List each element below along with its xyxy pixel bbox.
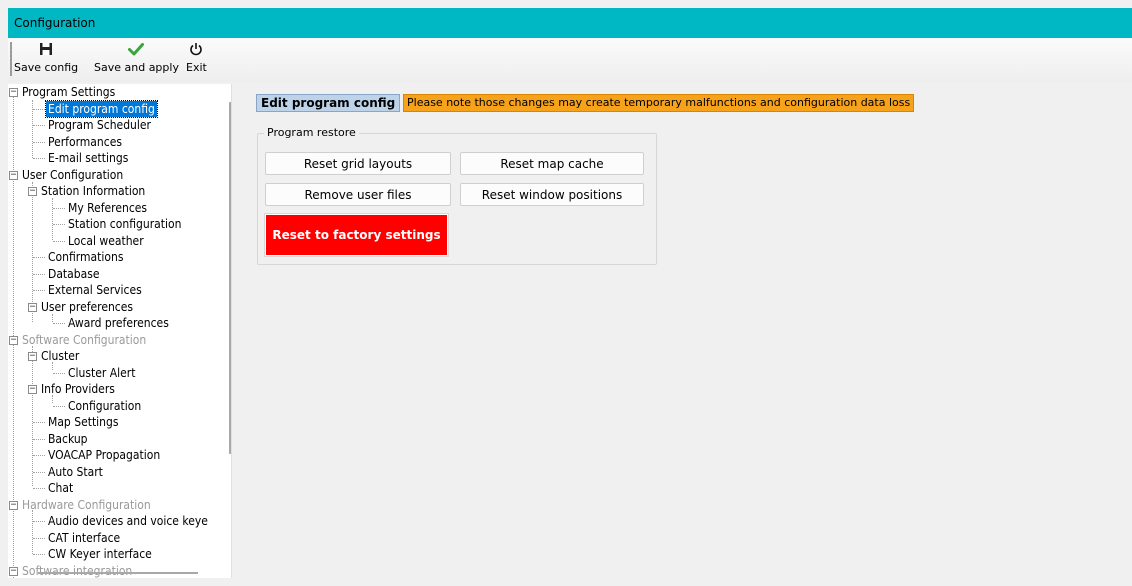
tree-item-software-integration[interactable]: − Software integration [8, 563, 231, 579]
tree-item-audio-devices[interactable]: Audio devices and voice keye [8, 513, 231, 530]
window-titlebar: Configuration [8, 8, 1132, 38]
warning-banner: Please note those changes may create tem… [403, 94, 915, 112]
save-and-apply-button[interactable]: Save and apply [94, 42, 179, 74]
tree-item-auto-start[interactable]: Auto Start [8, 464, 231, 481]
tree-item-user-preferences[interactable]: − User preferences [8, 299, 231, 316]
tree-item-program-scheduler[interactable]: Program Scheduler [8, 117, 231, 134]
tree-item-cluster-alert[interactable]: Cluster Alert [8, 365, 231, 382]
tree-item-station-configuration[interactable]: Station configuration [8, 216, 231, 233]
collapse-icon[interactable]: − [9, 566, 18, 576]
tree-item-local-weather[interactable]: Local weather [8, 233, 231, 250]
tree-item-award-preferences[interactable]: Award preferences [8, 315, 231, 332]
exit-label: Exit [186, 61, 207, 74]
collapse-icon[interactable]: − [9, 500, 18, 510]
tree-item-map-settings[interactable]: Map Settings [8, 414, 231, 431]
collapse-icon[interactable]: − [28, 352, 37, 361]
tree-item-chat[interactable]: Chat [8, 480, 231, 497]
tree-vertical-scrollbar[interactable] [229, 102, 231, 454]
save-config-label: Save config [14, 61, 79, 74]
reset-window-positions-button[interactable]: Reset window positions [460, 183, 644, 206]
save-and-apply-label: Save and apply [94, 61, 179, 74]
tree-item-external-services[interactable]: External Services [8, 282, 231, 299]
tree-item-hardware-configuration[interactable]: − Hardware Configuration [8, 497, 231, 514]
program-restore-label: Program restore [264, 126, 359, 139]
tree-item-voacap-propagation[interactable]: VOACAP Propagation [8, 447, 231, 464]
toolbar-grip[interactable] [10, 42, 12, 76]
tree-item-info-providers[interactable]: − Info Providers [8, 381, 231, 398]
tree-item-station-information[interactable]: − Station Information [8, 183, 231, 200]
tree-item-confirmations[interactable]: Confirmations [8, 249, 231, 266]
tree-item-program-settings[interactable]: − Program Settings [8, 84, 231, 101]
tree-item-software-configuration[interactable]: − Software Configuration [8, 332, 231, 349]
tree-item-configuration[interactable]: Configuration [8, 398, 231, 415]
window-title: Configuration [14, 16, 96, 30]
settings-tree[interactable]: − Program Settings Edit program config P… [8, 84, 232, 578]
tree-item-my-references[interactable]: My References [8, 200, 231, 217]
tree-item-backup[interactable]: Backup [8, 431, 231, 448]
tree-item-cw-keyer-interface[interactable]: CW Keyer interface [8, 546, 231, 563]
tree-item-database[interactable]: Database [8, 266, 231, 283]
toolbar: Save config Save and apply Exit [8, 38, 1132, 82]
tree-content: − Program Settings Edit program config P… [8, 84, 231, 578]
save-config-button[interactable]: Save config [14, 42, 78, 74]
tree-item-performances[interactable]: Performances [8, 134, 231, 151]
collapse-icon[interactable]: − [28, 187, 37, 196]
reset-map-cache-button[interactable]: Reset map cache [460, 152, 644, 175]
collapse-icon[interactable]: − [9, 335, 18, 345]
power-icon [186, 42, 207, 58]
tree-item-cluster[interactable]: − Cluster [8, 348, 231, 365]
tree-item-user-configuration[interactable]: − User Configuration [8, 167, 231, 184]
floppy-disk-icon [14, 42, 78, 58]
tree-item-edit-program-config[interactable]: Edit program config [8, 99, 231, 118]
tree-item-email-settings[interactable]: E-mail settings [8, 150, 231, 167]
reset-grid-layouts-button[interactable]: Reset grid layouts [265, 152, 451, 175]
remove-user-files-button[interactable]: Remove user files [265, 183, 451, 206]
collapse-icon[interactable]: − [28, 302, 37, 312]
collapse-icon[interactable]: − [28, 385, 37, 394]
collapse-icon[interactable]: − [9, 88, 18, 97]
tree-item-cat-interface[interactable]: CAT interface [8, 530, 231, 547]
tree-horizontal-scrollbar[interactable] [38, 572, 198, 574]
checkmark-icon [94, 42, 179, 58]
page-title: Edit program config [256, 94, 401, 112]
collapse-icon[interactable]: − [9, 170, 18, 180]
reset-factory-settings-button[interactable]: Reset to factory settings [266, 215, 447, 255]
exit-button[interactable]: Exit [186, 42, 207, 74]
